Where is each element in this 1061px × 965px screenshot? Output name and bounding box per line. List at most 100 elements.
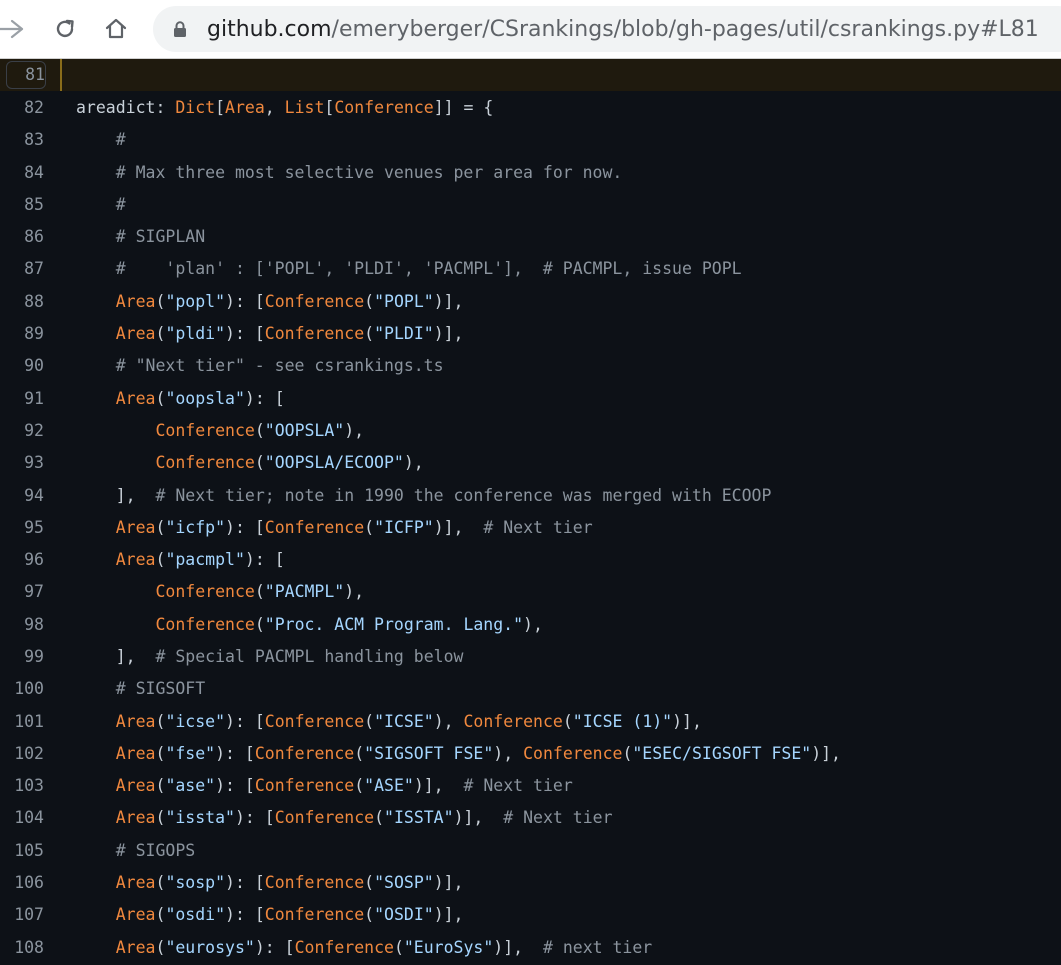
- code-line: 106 Area("sosp"): [Conference("SOSP")],: [0, 866, 1061, 898]
- code-text: # "Next tier" - see csrankings.ts: [44, 356, 444, 375]
- code-token: Conference: [264, 291, 365, 311]
- line-number[interactable]: 108: [0, 938, 44, 957]
- url-text: github.com/emeryberger/CSrankings/blob/g…: [207, 17, 1039, 42]
- code-token: Conference: [155, 582, 255, 602]
- code-token: Conference: [463, 711, 563, 731]
- line-number[interactable]: 105: [0, 841, 44, 860]
- code-token: Conference: [264, 711, 365, 731]
- code-text: Area("sosp"): [Conference("SOSP")],: [44, 873, 464, 892]
- code-token: #: [76, 130, 126, 150]
- code-text: areadict: Dict[Area, List[Conference]] =…: [44, 98, 493, 117]
- line-number[interactable]: 96: [0, 550, 44, 569]
- line-number[interactable]: 102: [0, 744, 44, 763]
- code-token: )],: [433, 873, 464, 893]
- code-token: ): [: [244, 550, 285, 570]
- code-token: "SOSP": [374, 873, 434, 893]
- code-token: (: [374, 808, 385, 828]
- code-text: #: [44, 195, 126, 214]
- code-token: (: [155, 808, 166, 828]
- code-token: "oopsla": [165, 388, 245, 408]
- code-token: # Next tier; note in 1990 the conference…: [155, 485, 772, 505]
- code-token: "Proc. ACM Program. Lang.": [264, 614, 524, 634]
- line-number[interactable]: 85: [0, 195, 44, 214]
- code-token: # Next tier: [463, 776, 573, 796]
- address-bar[interactable]: github.com/emeryberger/CSrankings/blob/g…: [153, 6, 1061, 52]
- code-token: ): [: [244, 388, 285, 408]
- code-line: 89 Area("pldi"): [Conference("PLDI")],: [0, 317, 1061, 349]
- line-number[interactable]: 104: [0, 808, 44, 827]
- code-token: (: [364, 873, 375, 893]
- line-number[interactable]: 88: [0, 292, 44, 311]
- code-token: (: [364, 905, 375, 925]
- code-line: 88 Area("popl"): [Conference("POPL")],: [0, 285, 1061, 317]
- code-token: (: [155, 324, 166, 344]
- line-number[interactable]: 98: [0, 615, 44, 634]
- code-token: ,: [264, 97, 285, 117]
- code-token: Conference: [523, 743, 623, 763]
- line-number[interactable]: 107: [0, 905, 44, 924]
- line-number[interactable]: 93: [0, 453, 44, 472]
- line-number[interactable]: 99: [0, 647, 44, 666]
- code-token: "issta": [165, 808, 235, 828]
- code-token: (: [155, 291, 166, 311]
- code-token: Conference: [264, 873, 365, 893]
- line-number[interactable]: 81: [6, 61, 46, 90]
- code-token: "OSDI": [374, 905, 434, 925]
- line-number[interactable]: 94: [0, 486, 44, 505]
- reload-icon[interactable]: [50, 14, 80, 44]
- line-number[interactable]: 83: [0, 130, 44, 149]
- code-token: ),: [523, 614, 543, 634]
- code-token: )],: [433, 291, 464, 311]
- code-token: )],: [493, 937, 543, 957]
- line-number[interactable]: 92: [0, 421, 44, 440]
- code-token: )],: [672, 711, 702, 731]
- line-number[interactable]: 82: [0, 98, 44, 117]
- code-line: 94 ], # Next tier; note in 1990 the conf…: [0, 479, 1061, 511]
- line-number[interactable]: 101: [0, 712, 44, 731]
- code-token: (: [155, 776, 166, 796]
- line-number[interactable]: 90: [0, 356, 44, 375]
- code-token: Conference: [155, 420, 255, 440]
- code-token: (: [155, 905, 166, 925]
- code-token: )],: [811, 743, 841, 763]
- home-icon[interactable]: [101, 14, 131, 44]
- line-number[interactable]: 97: [0, 582, 44, 601]
- code-text: # 'plan' : ['POPL', 'PLDI', 'PACMPL'], #…: [44, 259, 742, 278]
- back-arrow-icon[interactable]: [0, 14, 26, 44]
- code-text: Area("icfp"): [Conference("ICFP")], # Ne…: [44, 518, 593, 537]
- code-token: "POPL": [374, 291, 434, 311]
- line-number[interactable]: 89: [0, 324, 44, 343]
- line-number[interactable]: 100: [0, 679, 44, 698]
- code-token: Area: [115, 937, 156, 957]
- code-token: "ICFP": [374, 517, 434, 537]
- code-token: #: [76, 194, 126, 214]
- code-text: Area("ase"): [Conference("ASE")], # Next…: [44, 776, 573, 795]
- line-number[interactable]: 84: [0, 163, 44, 182]
- code-token: (: [254, 453, 265, 473]
- line-number[interactable]: 103: [0, 776, 44, 795]
- line-number[interactable]: 86: [0, 227, 44, 246]
- code-token: "OOPSLA/ECOOP": [264, 453, 404, 473]
- line-number[interactable]: 106: [0, 873, 44, 892]
- line-number[interactable]: 87: [0, 259, 44, 278]
- code-text: Area("eurosys"): [Conference("EuroSys")]…: [44, 938, 652, 957]
- code-line: 87 # 'plan' : ['POPL', 'PLDI', 'PACMPL']…: [0, 253, 1061, 285]
- code-token: (: [155, 937, 166, 957]
- line-number[interactable]: 91: [0, 389, 44, 408]
- code-token: (: [364, 324, 375, 344]
- code-token: (: [364, 291, 375, 311]
- code-text: Area("pacmpl"): [: [44, 550, 285, 569]
- line-number[interactable]: 95: [0, 518, 44, 537]
- url-path: /emeryberger/CSrankings/blob/gh-pages/ut…: [331, 16, 1039, 42]
- lock-icon[interactable]: [173, 20, 189, 38]
- code-token: areadict:: [76, 97, 176, 117]
- code-token: (: [155, 388, 166, 408]
